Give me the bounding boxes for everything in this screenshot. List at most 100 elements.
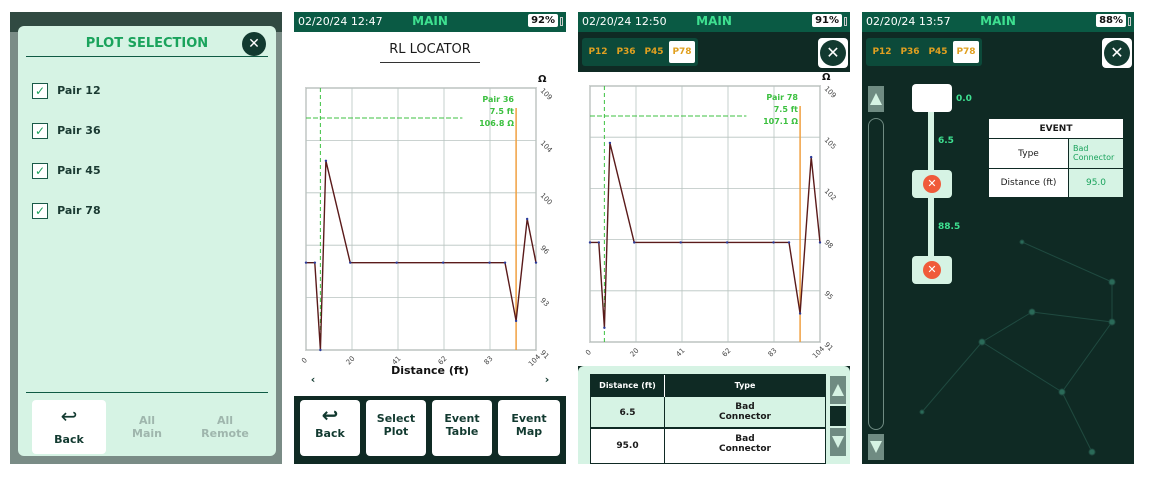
data-point <box>798 312 802 315</box>
select-label-2: Plot <box>383 425 409 438</box>
y-tick-label: 104 <box>539 139 554 154</box>
row-type-1: Bad <box>735 434 755 444</box>
y-tick-label: 102 <box>823 187 838 202</box>
event-type-row: Type Bad Connector <box>989 139 1123 169</box>
all-main-button[interactable]: All Main <box>110 400 184 454</box>
y-unit-label: Ω <box>538 74 547 85</box>
back-label: Back <box>54 433 84 446</box>
pair-checkbox-12[interactable]: ✓ Pair 12 <box>32 80 101 99</box>
data-point <box>514 319 518 323</box>
data-point <box>319 348 322 352</box>
table-scroll-down-button[interactable] <box>830 428 846 456</box>
map-scroll-up-button[interactable] <box>868 86 884 112</box>
title-divider <box>26 56 268 57</box>
table-scrollbar[interactable] <box>830 406 846 426</box>
x-tick-label: 62 <box>721 347 733 359</box>
y-tick-label: 105 <box>823 136 838 151</box>
data-point <box>603 326 606 329</box>
status-mode: MAIN <box>696 14 732 28</box>
tab-p78[interactable]: P78 <box>669 41 695 63</box>
plot-title: RL LOCATOR <box>389 42 471 57</box>
event-table-screen: 02/20/24 12:50 MAIN 91% P12 P36 P45 P78 … <box>578 12 850 464</box>
x-tick-label: 83 <box>767 347 779 359</box>
pair-tabs: P12 P36 P45 P78 <box>582 38 698 66</box>
row-type: Bad Connector <box>665 429 825 463</box>
battery-level: 92% <box>528 14 558 27</box>
event-type-value-1: Bad <box>1073 144 1089 153</box>
cable-start-marker[interactable] <box>912 84 952 112</box>
status-bar: 02/20/24 13:57 MAIN 88% <box>862 12 1134 32</box>
y-tick-label: 95 <box>823 290 835 302</box>
table-row[interactable]: 95.0 Bad Connector <box>591 429 825 463</box>
checkbox-checked-icon: ✓ <box>32 82 48 99</box>
table-row[interactable]: 6.5 Bad Connector <box>591 397 825 429</box>
error-x-icon: ✕ <box>923 261 941 279</box>
map-label-start: 0.0 <box>956 94 972 104</box>
back-button[interactable]: ↩ Back <box>300 400 360 456</box>
plot-annotation: Pair 78 <box>766 93 798 102</box>
plot-area: 0 20 41 62 83 104 109 105 102 98 95 91 Ω Pair 78 7.5 f… <box>578 72 850 366</box>
event-table-button[interactable]: Event Table <box>432 400 492 456</box>
all-remote-button[interactable]: All Remote <box>188 400 262 454</box>
pair-checkbox-36[interactable]: ✓ Pair 36 <box>32 120 101 139</box>
map-scroll-down-button[interactable] <box>868 434 884 460</box>
chevron-right-icon: › <box>544 373 550 386</box>
pair-checkbox-45[interactable]: ✓ Pair 45 <box>32 160 101 179</box>
x-tick-label: 20 <box>629 347 641 359</box>
map-label-event-2: 88.5 <box>938 222 961 232</box>
scroll-left-button[interactable]: ‹ <box>300 368 326 392</box>
close-button[interactable]: ✕ <box>818 38 848 68</box>
event-type-value: Bad Connector <box>1069 139 1123 168</box>
pair-tabs: P12 P36 P45 P78 <box>866 38 982 66</box>
data-point <box>679 241 682 244</box>
data-point <box>503 261 507 264</box>
data-point <box>818 241 822 244</box>
select-plot-button[interactable]: Select Plot <box>366 400 426 456</box>
close-button[interactable]: ✕ <box>1102 38 1132 68</box>
x-tick-label: 0 <box>584 348 593 357</box>
tab-p12[interactable]: P12 <box>869 41 895 63</box>
data-point <box>633 241 636 244</box>
event-marker-2[interactable]: ✕ <box>912 256 952 284</box>
triangle-down-icon <box>870 441 882 453</box>
battery-icon <box>1128 17 1131 26</box>
x-axis-label: Distance (ft) <box>391 364 469 377</box>
triangle-down-icon <box>832 436 844 448</box>
status-bar: 02/20/24 12:47 MAIN 92% <box>294 12 566 32</box>
tab-p12[interactable]: P12 <box>585 41 611 63</box>
event-type-value-2: Connector <box>1073 153 1115 162</box>
plot-area: RL LOCATOR 0 20 41 62 83 104 109 104 100 96 93 91 Ω P… <box>294 32 566 396</box>
battery-icon <box>560 17 563 26</box>
data-point <box>608 141 612 145</box>
back-button[interactable]: ↩ Back <box>32 400 106 454</box>
scroll-right-button[interactable]: › <box>534 368 560 392</box>
data-point <box>313 261 317 264</box>
pair-checkbox-78[interactable]: ✓ Pair 78 <box>32 200 101 219</box>
map-scrollbar[interactable] <box>868 118 884 430</box>
checkbox-checked-icon: ✓ <box>32 202 48 219</box>
tab-p78[interactable]: P78 <box>953 41 979 63</box>
pair-label: Pair 45 <box>57 164 101 177</box>
row-type-2: Connector <box>719 412 771 422</box>
data-point <box>588 241 592 244</box>
event-map-button[interactable]: Event Map <box>498 400 560 456</box>
dialog-title: PLOT SELECTION <box>85 36 209 51</box>
network-background-graphic <box>919 239 1116 456</box>
header-type: Type <box>734 381 756 390</box>
event-marker-1[interactable]: ✕ <box>912 170 952 198</box>
all-main-label-1: All <box>138 414 156 427</box>
tab-p45[interactable]: P45 <box>925 41 951 63</box>
table-scroll-up-button[interactable] <box>830 376 846 404</box>
close-button[interactable]: ✕ <box>242 32 266 56</box>
tab-p36[interactable]: P36 <box>897 41 923 63</box>
map-label-event-1: 6.5 <box>938 136 954 146</box>
triangle-up-icon <box>832 384 844 396</box>
event-table-panel: Distance (ft) Type 6.5 Bad Connector 95.… <box>578 366 850 464</box>
data-point <box>525 217 529 221</box>
tab-p45[interactable]: P45 <box>641 41 667 63</box>
event-map-label-2: Map <box>515 425 543 438</box>
tab-p36[interactable]: P36 <box>613 41 639 63</box>
error-x-icon: ✕ <box>923 175 941 193</box>
triangle-up-icon <box>870 93 882 105</box>
rl-plot-chart: 0 20 41 62 83 104109104100969391ΩPair 367.5 f… <box>300 74 554 368</box>
